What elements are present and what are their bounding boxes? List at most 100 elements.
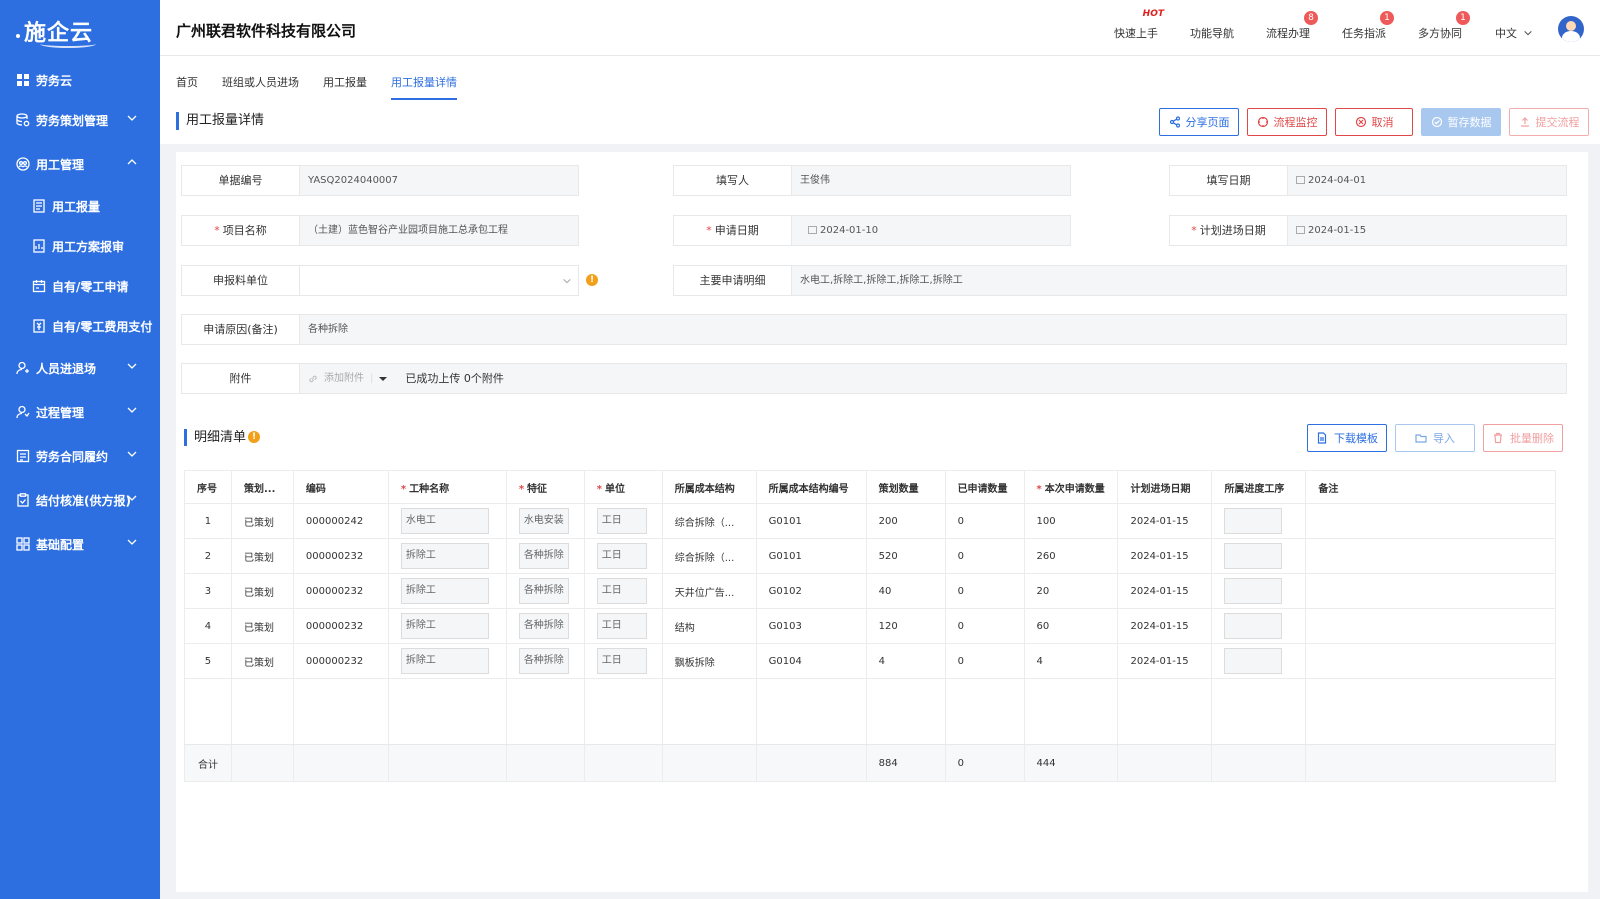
sidebar-item-label: 人员进退场 [36, 361, 97, 376]
logo[interactable]: 施企云 [0, 0, 160, 62]
main-detail-value[interactable]: 水电工,拆除工,拆除工,拆除工,拆除工 [792, 266, 1566, 295]
save-draft-button[interactable]: 暂存数据 [1421, 108, 1501, 136]
nav-function-guide[interactable]: 功能导航 [1190, 25, 1234, 41]
work-type-input[interactable]: 拆除工 [400, 543, 489, 569]
chevron-down-icon [127, 363, 137, 369]
cancel-button[interactable]: 取消 [1335, 108, 1413, 136]
fill-date-value[interactable]: 2024-04-01 [1288, 166, 1566, 195]
batch-delete-button[interactable]: 批量删除 [1483, 424, 1563, 452]
sidebar-item-labor-cloud[interactable]: 劳务云 [0, 62, 160, 98]
unit-input[interactable]: 工日 [596, 578, 647, 604]
feature-input[interactable]: 各种拆除 [518, 648, 569, 674]
sidebar-subitem-own-pay[interactable]: 自有/零工费用支付 [0, 306, 160, 346]
summary-plan-qty: 884 [865, 744, 946, 782]
unit-input[interactable]: 工日 [596, 543, 647, 569]
sidebar-subitem-own-apply[interactable]: 自有/零工申请 [0, 266, 160, 306]
plan-entry-date-value[interactable]: 2024-01-15 [1288, 216, 1566, 245]
tab-home[interactable]: 首页 [176, 74, 198, 90]
remark-cell[interactable] [1305, 643, 1556, 679]
sidebar-item-labor-planning[interactable]: 劳务策划管理 [0, 98, 160, 142]
work-type-input[interactable]: 水电工 [400, 508, 489, 534]
submit-process-button[interactable]: 提交流程 [1509, 108, 1589, 136]
doc-no-field: 单据编号 YASQ2024040007 [181, 165, 579, 196]
work-type-input[interactable]: 拆除工 [400, 578, 489, 604]
plan-entry-date-field: * 计划进场日期 2024-01-15 [1169, 215, 1567, 246]
avatar[interactable] [1558, 16, 1584, 42]
sidebar-subitem-labor-report[interactable]: 用工报量 [0, 186, 160, 226]
progress-step-input[interactable] [1224, 648, 1283, 674]
writer-value[interactable]: 王俊伟 [792, 166, 1070, 195]
progress-step-input[interactable] [1224, 578, 1283, 604]
feature-input[interactable]: 各种拆除 [518, 613, 569, 639]
empty-cell [387, 678, 507, 745]
table-row[interactable]: 3 已策划 000000232 拆除工 各种拆除 工日 天井位广告... G0102 40 0 20… [184, 573, 1556, 609]
tab-labor-report-detail[interactable]: 用工报量详情 [391, 74, 457, 100]
warning-icon[interactable]: ! [248, 431, 260, 443]
sidebar-item-personnel[interactable]: 人员进退场 [0, 346, 160, 390]
import-button[interactable]: 导入 [1395, 424, 1475, 452]
apply-date-value[interactable]: 2024-01-10 [792, 216, 1070, 245]
share-page-button[interactable]: 分享页面 [1159, 108, 1239, 136]
select-detail-button[interactable]: 选择明细 [1219, 424, 1299, 452]
current-qty-cell[interactable]: 4 [1023, 643, 1119, 679]
current-qty-cell[interactable]: 260 [1023, 538, 1119, 574]
progress-step-input[interactable] [1224, 508, 1283, 534]
language-select[interactable]: 中文 [1495, 25, 1533, 41]
add-attachment-button[interactable]: 添加附件 [324, 364, 364, 393]
work-type-input[interactable]: 拆除工 [400, 648, 489, 674]
calendar-icon [1296, 176, 1305, 184]
database-icon [16, 113, 30, 127]
sidebar-item-process[interactable]: 过程管理 [0, 390, 160, 434]
work-type-input[interactable]: 拆除工 [400, 613, 489, 639]
unit-input[interactable]: 工日 [596, 613, 647, 639]
table-row[interactable]: 5 已策划 000000232 拆除工 各种拆除 工日 飘板拆除 G0104 4 0 4 2024-0… [184, 643, 1556, 679]
detail-table: 序号 策划... 编码 * 工种名称 * 特征 * 单位 所属成本结构 所属成本结构编… [184, 470, 1556, 782]
sidebar-item-contract[interactable]: 劳务合同履约 [0, 434, 160, 478]
download-template-button[interactable]: 下载模板 [1307, 424, 1387, 452]
feature-input[interactable]: 各种拆除 [518, 543, 569, 569]
current-qty-cell[interactable]: 100 [1023, 503, 1119, 539]
unit-input[interactable]: 工日 [596, 508, 647, 534]
date-text: 2024-01-15 [1308, 225, 1367, 236]
nav-process-handling[interactable]: 流程办理 8 [1266, 11, 1318, 41]
feature-input[interactable]: 各种拆除 [518, 578, 569, 604]
declare-unit-select[interactable] [300, 266, 578, 295]
column-header[interactable]: 策划... [230, 470, 294, 504]
sidebar-subitem-plan-review[interactable]: 用工方案报审 [0, 226, 160, 266]
divider: | [370, 373, 374, 384]
sidebar-item-base-config[interactable]: 基础配置 [0, 522, 160, 566]
reason-value[interactable]: 各种拆除 [300, 315, 1566, 344]
table-row[interactable]: 4 已策划 000000232 拆除工 各种拆除 工日 结构 G0103 120 0 60 2024-… [184, 608, 1556, 644]
tab-team-entry[interactable]: 班组或人员进场 [222, 74, 299, 90]
nav-quick-start[interactable]: 快速上手 HOT [1114, 9, 1164, 41]
sidebar-item-settlement[interactable]: 结付核准(供方报) [0, 478, 160, 522]
progress-step-input[interactable] [1224, 613, 1283, 639]
caret-down-icon[interactable] [379, 375, 388, 383]
current-qty-cell[interactable]: 60 [1023, 608, 1119, 644]
sidebar-item-employment[interactable]: 用工管理 [0, 142, 160, 186]
remark-cell[interactable] [1305, 538, 1556, 574]
table-row[interactable]: 2 已策划 000000232 拆除工 各种拆除 工日 综合拆除（... G0101 520 0 2… [184, 538, 1556, 574]
process-monitor-button[interactable]: 流程监控 [1247, 108, 1327, 136]
chevron-down-icon [127, 495, 137, 501]
feature-input[interactable]: 水电安装 [518, 508, 569, 534]
work-type-cell: 拆除工 [387, 573, 507, 609]
nav-collaboration[interactable]: 多方协同 1 [1418, 11, 1470, 41]
project-name-value[interactable]: （土建）蓝色智谷产业园项目施工总承包工程 [300, 216, 578, 245]
doc-no-value[interactable]: YASQ2024040007 [300, 166, 578, 195]
nav-task-assign[interactable]: 任务指派 1 [1342, 11, 1394, 41]
reason-field: 申请原因(备注) 各种拆除 [181, 314, 1567, 345]
unit-input[interactable]: 工日 [596, 648, 647, 674]
progress-step-input[interactable] [1224, 543, 1283, 569]
add-detail-button[interactable]: 添加明细 [1131, 424, 1211, 452]
applied-qty-cell: 0 [944, 643, 1025, 679]
label-text: 申请日期 [714, 224, 759, 237]
remark-cell[interactable] [1305, 503, 1556, 539]
remark-cell[interactable] [1305, 608, 1556, 644]
warning-icon[interactable]: ! [586, 274, 598, 286]
remark-cell[interactable] [1305, 573, 1556, 609]
current-qty-cell[interactable]: 20 [1023, 573, 1119, 609]
required-mark: * [518, 483, 525, 495]
tab-labor-report[interactable]: 用工报量 [323, 74, 367, 90]
table-row[interactable]: 1 已策划 000000242 水电工 水电安装 工日 综合拆除（... G0101 200 0 1… [184, 503, 1556, 539]
